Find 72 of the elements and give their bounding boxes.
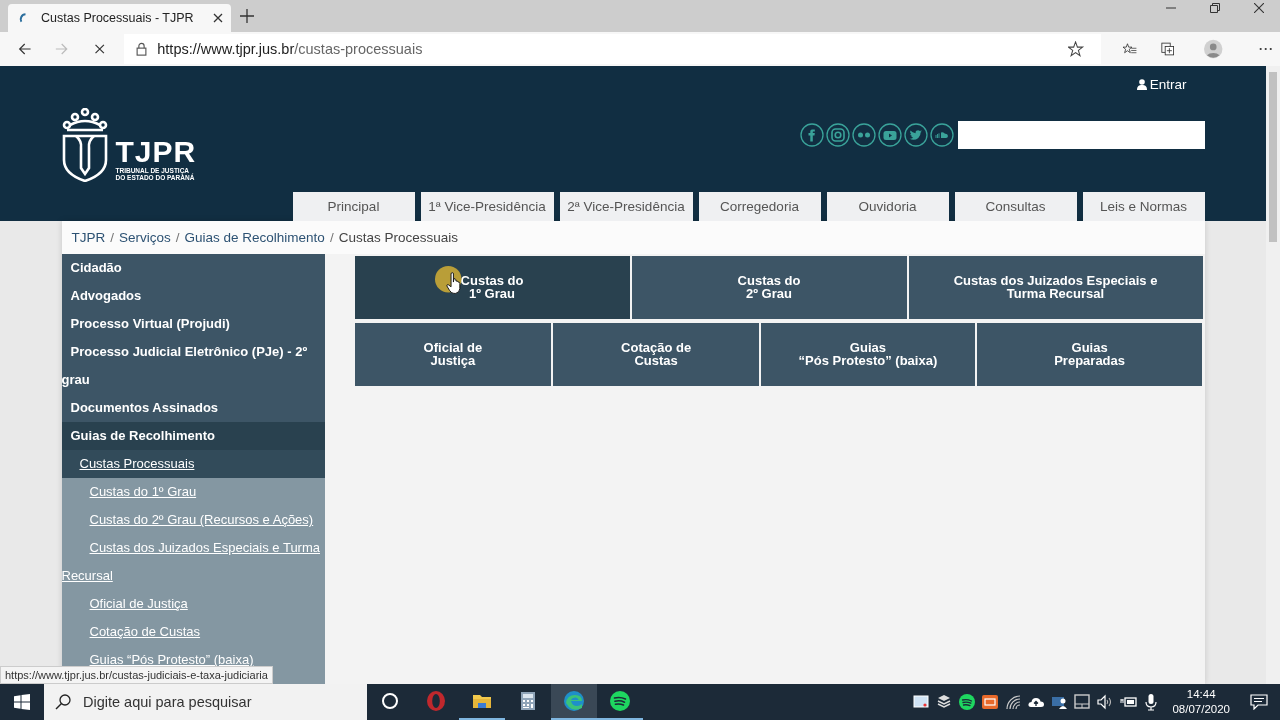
collections-icon[interactable] [1160,41,1175,57]
sidebar-link[interactable]: Processo Judicial Eletrônico (PJe) - 2º grau [61,338,325,394]
monitor-icon[interactable] [912,693,931,711]
login-link[interactable]: Entrar [1136,77,1187,92]
facebook-icon[interactable] [799,123,824,147]
flickr-icon[interactable] [851,123,876,147]
nav-tab[interactable]: Ouvidoria [826,192,949,221]
new-tab-icon[interactable] [240,9,254,23]
breadcrumb-separator: / [175,230,180,245]
sidebar-link[interactable]: Cidadão [61,254,325,282]
logo-text: TJPR [115,137,197,167]
edge-icon [562,689,586,713]
breadcrumb-current: Custas Processuais [338,230,458,245]
breadcrumb-link[interactable]: TJPR [71,230,106,245]
user-icon [1136,79,1147,90]
stop-icon[interactable] [92,41,107,57]
loading-icon [18,11,28,25]
breadcrumb-link[interactable]: Serviços [119,230,171,245]
nav-tab[interactable]: Corregedoria [698,192,821,221]
tile-button[interactable]: Cotação de Custas [553,323,759,386]
favorites-icon[interactable] [1123,41,1137,57]
profile-icon[interactable] [1204,38,1223,60]
sidebar-link[interactable]: Processo Virtual (Projudi) [61,310,325,338]
spotify-icon [608,689,632,713]
tile-button[interactable]: Custas dos Juizados Especiais e Turma Recursal [908,256,1203,319]
tab-title: Custas Processuais - TJPR [41,11,195,25]
touchpad-icon[interactable] [1073,693,1092,711]
wifi-icon[interactable] [1004,693,1023,711]
breadcrumb-link[interactable]: Guias de Recolhimento [184,230,325,245]
nav-tab[interactable]: Consultas [954,192,1077,221]
url-text: https://www.tjpr.jus.br/custas-processuais [157,41,424,57]
status-url-tooltip: https://www.tjpr.jus.br/custas-judiciais-e-taxa-judiciaria [0,666,273,684]
twitter-icon[interactable] [903,123,928,147]
lock-icon [136,42,148,56]
scrollbar[interactable] [1266,66,1280,684]
opera-icon [424,689,448,713]
youtube-icon[interactable] [877,123,902,147]
badge-icon[interactable] [981,693,1000,711]
tile-button[interactable]: Custas do 1º Grau [354,256,630,319]
notifications-icon[interactable] [1250,694,1268,710]
spotify-icon[interactable] [958,693,977,711]
instagram-icon[interactable] [825,123,850,147]
search-field[interactable] [957,121,1205,149]
tile-button[interactable]: Oficial de Justiça [354,323,552,386]
sidebar-link[interactable]: Custas Processuais [61,450,325,478]
clock-date[interactable]: 08/07/2020 [1172,702,1230,717]
nav-tab[interactable]: Leis e Normas [1082,192,1205,221]
star-icon[interactable] [1068,40,1086,58]
browser-tab[interactable]: Custas Processuais - TJPR [8,4,231,32]
scrollbar-thumb[interactable] [1269,72,1277,242]
shield-logo-icon [61,108,108,182]
nav-tab[interactable]: 2ª Vice-Presidência [559,192,693,221]
sidebar-link[interactable]: Guias de Recolhimento [61,422,325,450]
tile-button[interactable]: Guias “Pós Protesto” (baixa) [761,323,975,386]
sidebar-link[interactable]: Documentos Assinados [61,394,325,422]
sidebar-link[interactable]: Advogados [61,282,325,310]
tile-button[interactable]: Custas do 2º Grau [631,256,907,319]
address-bar[interactable]: https://www.tjpr.jus.br/custas-processuais [124,34,1102,64]
nav-tab[interactable]: Principal [292,192,415,221]
close-icon[interactable] [213,13,223,23]
nav-tab[interactable]: 1ª Vice-Presidência [420,192,554,221]
windows-start-icon[interactable] [14,694,30,710]
breadcrumb-separator: / [110,230,114,245]
breadcrumb-separator: / [329,230,334,245]
tile-button[interactable]: Guias Preparadas [976,323,1203,386]
search-icon [55,694,71,710]
back-icon[interactable] [18,41,32,57]
taskbar-search-field[interactable]: Digite aqui para pesquisar [44,684,367,720]
soundcloud-icon[interactable] [929,123,954,147]
clock-time[interactable]: 14:44 [1186,687,1216,702]
restore-icon[interactable] [1210,3,1220,13]
close-icon[interactable] [1254,3,1264,13]
